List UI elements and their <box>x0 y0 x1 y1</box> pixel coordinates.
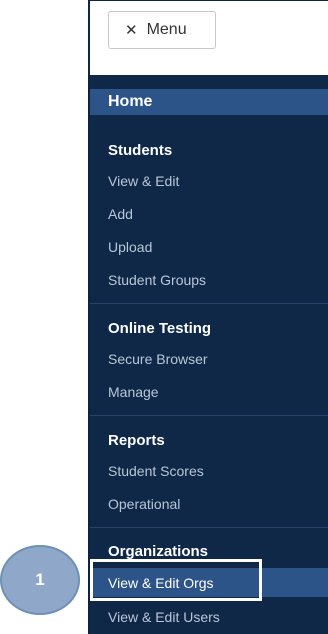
menu-button-label: Menu <box>146 21 187 38</box>
section-divider <box>90 527 328 528</box>
section-heading-organizations: Organizations <box>108 543 209 560</box>
sidebar-item-students-add[interactable]: Add <box>108 205 133 223</box>
sidebar: Home Students View & Edit Add Upload Stu… <box>88 75 328 634</box>
menu-toggle-button[interactable]: ✕ Menu <box>108 11 216 49</box>
section-heading-online-testing: Online Testing <box>108 320 212 337</box>
section-heading-reports: Reports <box>108 432 165 449</box>
sidebar-item-manage[interactable]: Manage <box>108 383 159 401</box>
sidebar-item-label: View & Edit Orgs <box>108 575 214 591</box>
sidebar-item-operational[interactable]: Operational <box>108 495 180 513</box>
step-number-badge: 1 <box>0 545 80 615</box>
sidebar-item-student-groups[interactable]: Student Groups <box>108 271 206 289</box>
sidebar-item-students-view-edit[interactable]: View & Edit <box>108 172 179 190</box>
sidebar-item-students-upload[interactable]: Upload <box>108 238 152 256</box>
top-bar: ✕ Menu <box>88 0 328 75</box>
sidebar-item-secure-browser[interactable]: Secure Browser <box>108 350 208 368</box>
page: ✕ Menu Home Students View & Edit Add Upl… <box>0 0 328 634</box>
navigation-panel: ✕ Menu Home Students View & Edit Add Upl… <box>88 0 328 634</box>
close-icon: ✕ <box>125 21 138 39</box>
sidebar-item-view-edit-users[interactable]: View & Edit Users <box>108 608 220 626</box>
section-heading-students: Students <box>108 142 173 159</box>
section-divider <box>90 415 328 416</box>
section-divider <box>90 303 328 304</box>
sidebar-item-home[interactable]: Home <box>90 89 328 115</box>
sidebar-item-student-scores[interactable]: Student Scores <box>108 462 204 480</box>
sidebar-item-view-edit-orgs[interactable]: View & Edit Orgs <box>90 568 328 597</box>
